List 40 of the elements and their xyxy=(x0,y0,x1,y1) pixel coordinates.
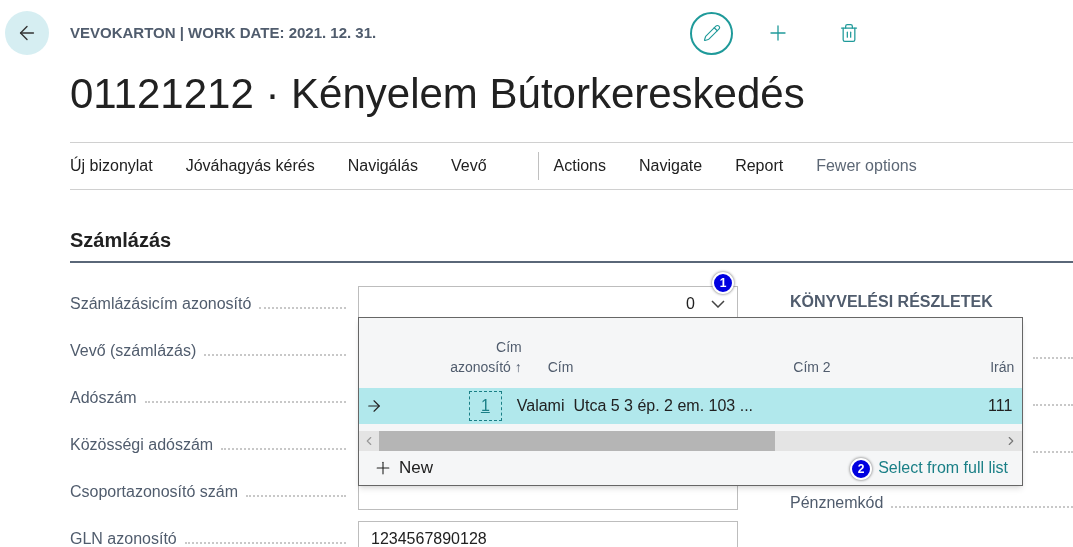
field-label: Számlázásicím azonosító xyxy=(70,293,252,314)
back-button[interactable] xyxy=(5,11,49,55)
column-header[interactable]: Irán xyxy=(990,359,1015,375)
page-caption: VEVOKARTON | WORK DATE: 2021. 12. 31. xyxy=(70,22,378,43)
field-label: Csoportazonosító szám xyxy=(70,481,239,502)
trash-icon xyxy=(839,23,859,43)
row-arrow-icon xyxy=(365,397,383,415)
action-menu-item[interactable]: Report xyxy=(735,154,784,178)
action-menu-item[interactable]: Vevő xyxy=(450,154,487,178)
field-label: Közösségi adószám xyxy=(70,434,214,455)
marker-badge: 1 xyxy=(712,271,734,294)
field-label: Vevő (számlázás) xyxy=(70,340,197,361)
column-header[interactable]: Cím xyxy=(547,359,574,375)
field-label: GLN azonosító xyxy=(70,528,177,547)
pencil-icon xyxy=(702,24,721,42)
marker-badge: 2 xyxy=(850,458,873,480)
new-button[interactable]: New xyxy=(373,455,433,481)
horizontal-scrollbar[interactable] xyxy=(359,431,1022,451)
section-title: Számlázás xyxy=(70,229,172,251)
action-menu-item[interactable]: Navigálás xyxy=(347,154,418,178)
action-menu-item[interactable]: Új bizonylat xyxy=(70,154,153,178)
lookup-row[interactable]: 1 Valami Utca 5 3 ép. 2 em. 103 ... 111 xyxy=(359,388,1022,424)
chevron-down-icon xyxy=(711,299,725,308)
page-title: 01121212 · Kényelem Bútorkereskedés xyxy=(70,69,806,119)
action-menu-item[interactable]: Navigate xyxy=(639,154,703,178)
address-code-link[interactable]: 1 xyxy=(468,391,502,421)
group-title: KÖNYVELÉSI RÉSZLETEK xyxy=(790,291,994,312)
table-cell: Valami Utca 5 3 ép. 2 em. 103 ... xyxy=(516,397,754,414)
dropdown-value: 0 xyxy=(686,293,695,314)
edit-button[interactable] xyxy=(690,11,733,55)
column-header[interactable]: Cím azonosító ↑ xyxy=(441,337,522,377)
field-label: Pénznemkód xyxy=(790,493,884,513)
action-menu-item[interactable]: Jóváhagyás kérés xyxy=(185,154,315,178)
column-header[interactable]: Cím 2 xyxy=(793,359,831,375)
select-full-list-link[interactable]: Select from full list xyxy=(878,456,1008,480)
action-menu-item[interactable]: Fewer options xyxy=(816,154,917,178)
field-label: Adószám xyxy=(70,387,137,408)
text-field[interactable]: 1234567890128 xyxy=(358,520,738,547)
table-cell: 111 xyxy=(988,397,1013,414)
action-menu-item[interactable]: Actions xyxy=(553,154,606,178)
